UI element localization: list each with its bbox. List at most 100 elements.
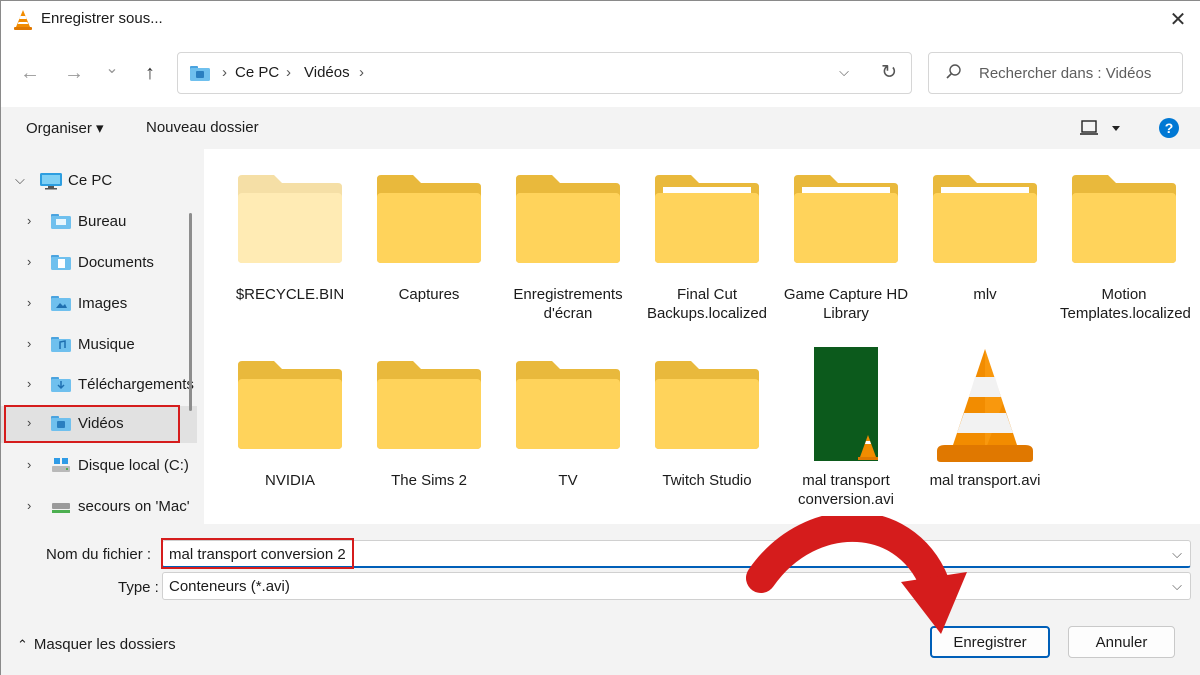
- command-bar: Organiser ▾ Nouveau dossier: [1, 107, 1200, 149]
- type-label: Type :: [118, 579, 159, 596]
- chevron-right-icon[interactable]: ›: [27, 498, 31, 513]
- address-bar[interactable]: › Ce PC › Vidéos › ⌵ ↻: [177, 52, 912, 94]
- videos-folder-icon: [190, 66, 210, 81]
- close-icon: ✕: [1169, 8, 1187, 31]
- music-folder-icon: [51, 337, 71, 352]
- chevron-down-icon[interactable]: ⌵: [15, 172, 25, 188]
- save-as-dialog: Enregistrer sous... ✕ ← → ⌄ ↑ › Ce PC › …: [0, 0, 1200, 675]
- hide-folders-toggle[interactable]: ⌃ Masquer les dossiers: [17, 636, 176, 653]
- breadcrumb-videos[interactable]: Vidéos: [304, 64, 350, 81]
- sidebar-item-secours[interactable]: › secours on 'Mac': [1, 489, 197, 524]
- help-label: ?: [1165, 120, 1174, 136]
- sidebar-item-documents[interactable]: › Documents: [1, 245, 197, 281]
- view-options-button[interactable]: [1079, 117, 1125, 139]
- file-item[interactable]: Game Capture HD Library: [782, 173, 910, 323]
- chevron-right-icon[interactable]: ›: [27, 213, 31, 228]
- up-button[interactable]: ↑: [137, 61, 163, 85]
- new-folder-button[interactable]: Nouveau dossier: [146, 119, 259, 136]
- sidebar-item-label: Bureau: [78, 213, 127, 230]
- vlc-cone-icon: [937, 349, 1033, 462]
- chevron-right-icon[interactable]: ›: [27, 295, 31, 310]
- folder-icon: [655, 361, 759, 449]
- file-name: Enregistrements d'écran: [513, 286, 623, 322]
- refresh-icon[interactable]: ↻: [881, 61, 897, 84]
- file-item[interactable]: Captures: [365, 173, 493, 304]
- folder-icon: [655, 175, 759, 263]
- file-name: Twitch Studio: [662, 472, 752, 489]
- organize-menu[interactable]: Organiser ▾: [26, 119, 104, 137]
- cancel-button[interactable]: Annuler: [1068, 626, 1175, 658]
- filename-label: Nom du fichier :: [46, 546, 152, 563]
- sidebar-item-label: secours on 'Mac': [78, 498, 190, 515]
- navigation-bar: ← → ⌄ ↑ › Ce PC › Vidéos › ⌵ ↻ Recherche…: [1, 39, 1200, 107]
- folder-icon: [1072, 175, 1176, 263]
- file-type-select[interactable]: Conteneurs (*.avi) ⌵: [162, 572, 1191, 600]
- file-item[interactable]: mal transport.avi: [921, 347, 1049, 490]
- file-item[interactable]: The Sims 2: [365, 359, 493, 490]
- file-name: TV: [558, 472, 578, 489]
- search-icon: [946, 64, 961, 79]
- forward-button[interactable]: →: [61, 61, 87, 85]
- downloads-folder-icon: [51, 377, 71, 392]
- chevron-right-icon[interactable]: ›: [27, 376, 31, 391]
- help-icon[interactable]: ?: [1158, 117, 1180, 139]
- breadcrumb-ce-pc[interactable]: Ce PC: [235, 64, 279, 81]
- chevron-down-icon[interactable]: ⌵: [839, 64, 849, 80]
- drive-icon: [52, 458, 70, 472]
- folder-icon: [238, 175, 342, 263]
- file-item[interactable]: Enregistrements d'écran: [504, 173, 632, 323]
- sidebar-item-label: Images: [78, 295, 128, 312]
- sidebar-item-musique[interactable]: › Musique: [1, 327, 197, 363]
- view-icon: [1080, 120, 1120, 135]
- file-item[interactable]: Twitch Studio: [643, 359, 771, 490]
- chevron-down-icon[interactable]: ⌵: [1172, 578, 1182, 594]
- annotation-arrow: [746, 516, 967, 634]
- sidebar-item-label: Ce PC: [68, 172, 113, 189]
- breadcrumb-separator: ›: [286, 64, 291, 81]
- file-name: Game Capture HD Library: [783, 286, 909, 322]
- back-button[interactable]: ←: [17, 61, 43, 85]
- file-item[interactable]: $RECYCLE.BIN: [226, 173, 354, 304]
- sidebar-item-label: Documents: [78, 254, 154, 271]
- recent-locations-button[interactable]: ⌄: [99, 57, 125, 81]
- chevron-right-icon[interactable]: ›: [27, 254, 31, 269]
- chevron-right-icon[interactable]: ›: [27, 336, 31, 351]
- file-type-value: Conteneurs (*.avi): [169, 578, 290, 595]
- search-box[interactable]: Rechercher dans : Vidéos: [928, 52, 1183, 94]
- file-item[interactable]: Final Cut Backups.localized: [643, 173, 771, 323]
- chevron-right-icon[interactable]: ›: [27, 457, 31, 472]
- video-thumbnail-icon: [814, 347, 878, 461]
- folder-icon: [933, 175, 1037, 263]
- sidebar-scrollbar[interactable]: [189, 213, 192, 411]
- file-item[interactable]: mlv: [921, 173, 1049, 304]
- sidebar-item-telechargements[interactable]: › Téléchargements: [1, 367, 197, 403]
- file-name: Final Cut Backups.localized: [646, 286, 768, 322]
- file-name: NVIDIA: [264, 472, 315, 489]
- file-item[interactable]: Motion Templates.localized: [1060, 173, 1191, 323]
- sidebar-item-disque-local[interactable]: › Disque local (C:): [1, 448, 197, 484]
- file-name: Motion Templates.localized: [1060, 286, 1191, 322]
- pictures-folder-icon: [51, 296, 71, 311]
- desktop-folder-icon: [51, 214, 71, 229]
- navigation-pane: ⌵ Ce PC › Bureau › Documents › Images › …: [1, 149, 201, 524]
- chevron-down-icon[interactable]: ⌵: [1172, 546, 1182, 562]
- hide-folders-label: Masquer les dossiers: [33, 636, 176, 653]
- file-name: Captures: [398, 286, 460, 303]
- breadcrumb-separator: ›: [359, 64, 364, 81]
- search-placeholder: Rechercher dans : Vidéos: [979, 65, 1152, 82]
- sidebar-item-bureau[interactable]: › Bureau: [1, 204, 197, 240]
- vlc-app-icon: [14, 10, 32, 30]
- annotation-highlight-videos: [4, 405, 180, 443]
- sidebar-item-label: Téléchargements: [78, 376, 194, 393]
- file-list: $RECYCLE.BIN Captures Enregistrements d'…: [204, 149, 1200, 524]
- breadcrumb-separator: ›: [222, 64, 227, 81]
- file-item[interactable]: TV: [504, 359, 632, 490]
- sidebar-item-images[interactable]: › Images: [1, 286, 197, 322]
- window-title: Enregistrer sous...: [41, 10, 163, 27]
- file-name: mal transport.avi: [929, 472, 1041, 489]
- file-item[interactable]: NVIDIA: [226, 359, 354, 490]
- sidebar-item-ce-pc[interactable]: ⌵ Ce PC: [1, 163, 197, 199]
- close-button[interactable]: ✕: [1155, 1, 1200, 37]
- documents-folder-icon: [51, 255, 71, 270]
- file-item[interactable]: mal transport conversion.avi: [782, 347, 910, 509]
